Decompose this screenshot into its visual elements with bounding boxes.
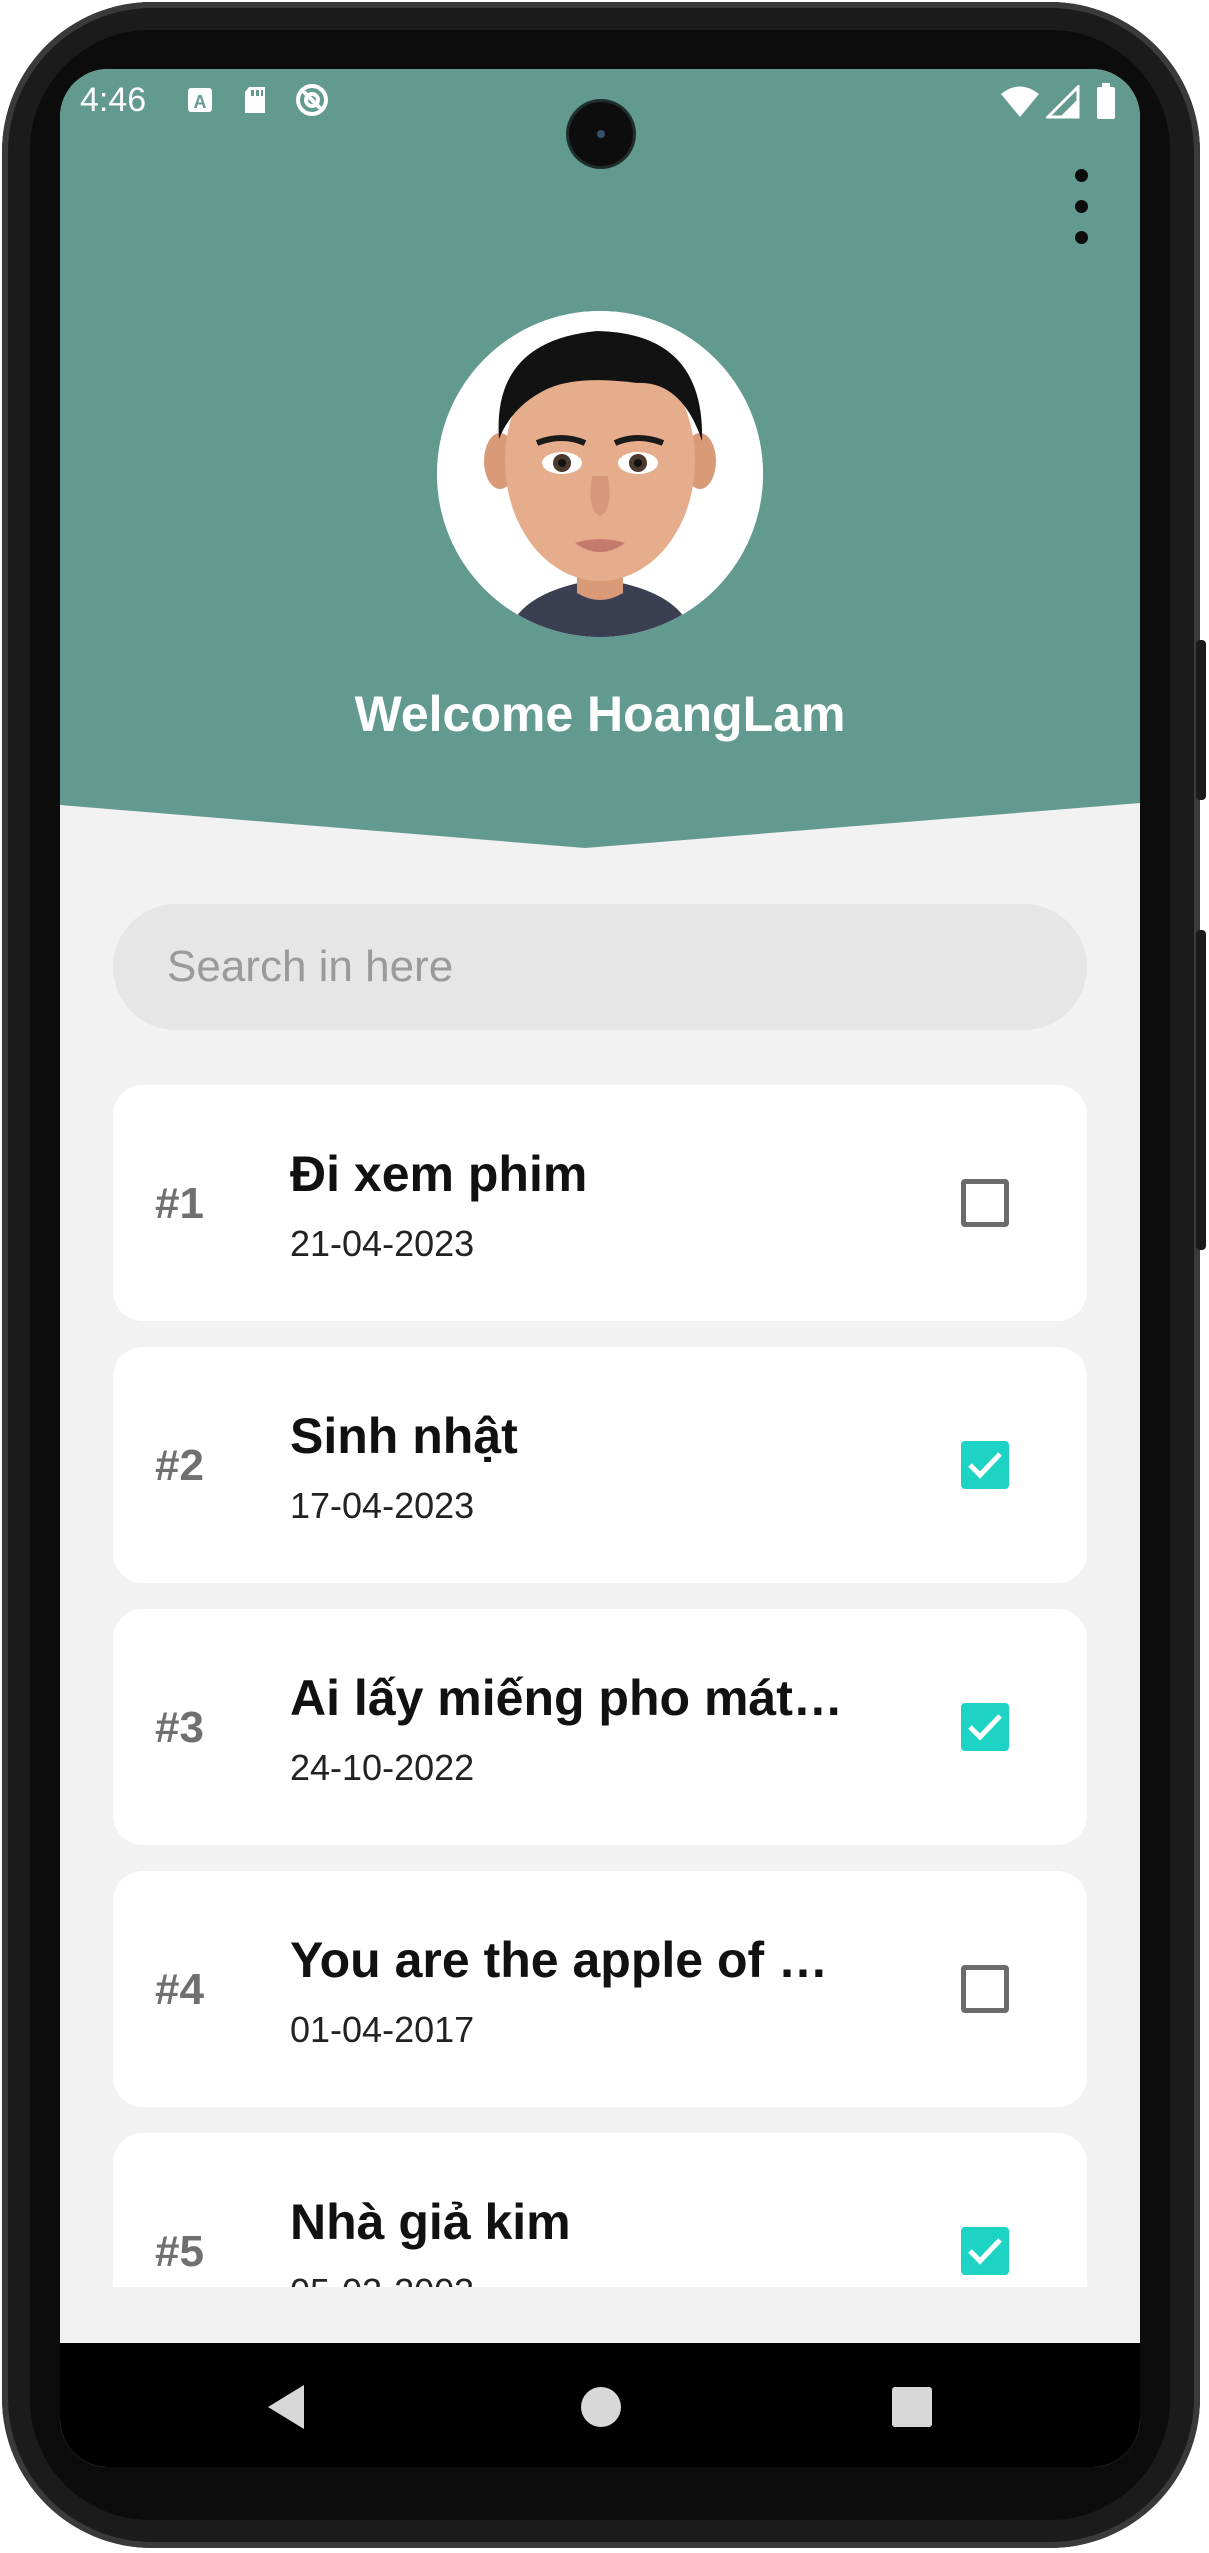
system-nav-bar — [60, 2343, 1140, 2467]
power-button — [1196, 640, 1206, 800]
home-icon[interactable] — [573, 2379, 629, 2435]
item-checkbox[interactable] — [961, 1179, 1009, 1227]
item-checkbox[interactable] — [961, 1441, 1009, 1489]
todo-list[interactable]: #1 Đi xem phim 21-04-2023 #2 Sinh nhật 1… — [60, 69, 1140, 2287]
item-date: 17-04-2023 — [290, 1485, 475, 1526]
item-index: #5 — [155, 2227, 204, 2276]
recents-icon[interactable] — [884, 2379, 940, 2435]
item-index: #2 — [155, 1441, 204, 1490]
list-item[interactable]: #3 Ai lấy miếng pho mát… 24-10-2022 — [113, 1609, 1087, 1845]
volume-button — [1196, 930, 1206, 1250]
item-index: #3 — [155, 1703, 204, 1752]
item-index: #1 — [155, 1179, 204, 1228]
list-item[interactable]: #2 Sinh nhật 17-04-2023 — [113, 1347, 1087, 1583]
list-item[interactable]: #5 Nhà giả kim 05-02-2003 — [113, 2133, 1087, 2287]
item-title: Ai lấy miếng pho mát… — [290, 1670, 843, 1726]
item-checkbox[interactable] — [961, 1703, 1009, 1751]
checkmark-icon — [968, 1452, 1002, 1479]
checkmark-icon — [968, 2238, 1002, 2265]
item-title: Nhà giả kim — [290, 2194, 571, 2250]
list-item[interactable]: #1 Đi xem phim 21-04-2023 — [113, 1085, 1087, 1321]
item-date: 01-04-2017 — [290, 2009, 475, 2050]
phone-device: 4:46 A Welcome HoangLam Search in here #… — [0, 0, 1209, 2553]
app-screen: 4:46 A Welcome HoangLam Search in here #… — [60, 69, 1140, 2467]
item-date: 05-02-2003 — [290, 2271, 474, 2287]
item-title: Sinh nhật — [290, 1408, 518, 1464]
item-date: 21-04-2023 — [290, 1223, 475, 1264]
item-checkbox[interactable] — [961, 2227, 1009, 2275]
back-icon[interactable] — [262, 2379, 318, 2435]
item-title: Đi xem phim — [290, 1146, 588, 1202]
item-date: 24-10-2022 — [290, 1747, 475, 1788]
list-item[interactable]: #4 You are the apple of … 01-04-2017 — [113, 1871, 1087, 2107]
item-title: You are the apple of … — [290, 1932, 829, 1988]
search-input[interactable] — [113, 904, 1087, 1030]
item-index: #4 — [155, 1965, 204, 2014]
item-checkbox[interactable] — [961, 1965, 1009, 2013]
checkmark-icon — [968, 1714, 1002, 1741]
